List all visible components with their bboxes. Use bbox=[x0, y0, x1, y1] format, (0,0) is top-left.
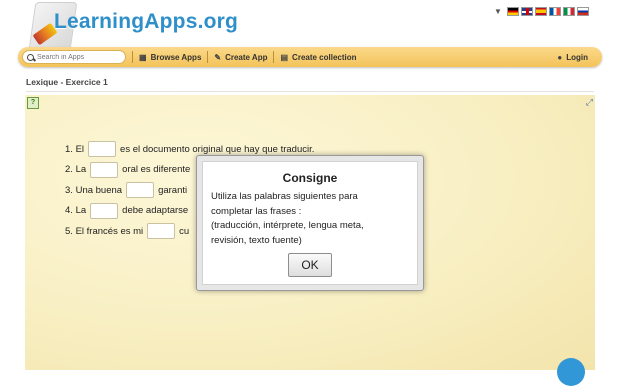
user-icon: ● bbox=[557, 52, 563, 62]
browse-apps-label: Browse Apps bbox=[150, 52, 202, 62]
nav-divider bbox=[132, 51, 133, 63]
english-flag-icon[interactable] bbox=[520, 7, 533, 16]
row-text-after: cu bbox=[179, 225, 190, 237]
dialog-body: Utiliza las palabras siguientes para com… bbox=[211, 190, 409, 248]
search-input[interactable] bbox=[37, 53, 123, 61]
fullscreen-icon[interactable]: ⤢ bbox=[586, 97, 593, 108]
dialog-title: Consigne bbox=[282, 171, 338, 185]
row-text-before: El francés es mi bbox=[75, 225, 144, 237]
answer-gap[interactable] bbox=[126, 182, 155, 199]
title-divider bbox=[26, 91, 594, 92]
grid-icon: ▦ bbox=[139, 52, 147, 62]
row-text-before: El bbox=[75, 143, 85, 155]
nav-divider bbox=[207, 51, 209, 63]
dialog-line: revisión, texto fuente) bbox=[211, 234, 302, 246]
search-box[interactable] bbox=[22, 50, 126, 64]
row-number: 1. bbox=[65, 143, 73, 155]
logo[interactable]: LearningApps.org bbox=[24, 0, 238, 52]
row-text-before: La bbox=[75, 205, 87, 217]
language-selector[interactable]: ▼ bbox=[494, 7, 589, 16]
dialog-line: completar las frases : bbox=[211, 205, 302, 217]
row-number: 2. bbox=[65, 164, 73, 176]
dialog-content: Consigne Utiliza las palabras siguientes… bbox=[202, 161, 418, 285]
dialog-line: (traducción, intérprete, lengua meta, bbox=[211, 220, 364, 231]
row-text-before: Una buena bbox=[75, 184, 123, 196]
row-text-after: debe adaptarse bbox=[122, 205, 189, 217]
answer-gap[interactable] bbox=[147, 223, 176, 240]
instructions-dialog: Consigne Utiliza las palabras siguientes… bbox=[196, 155, 424, 291]
row-number: 5. bbox=[65, 225, 73, 237]
search-icon[interactable] bbox=[27, 53, 34, 61]
nav-divider bbox=[273, 51, 275, 63]
create-collection-link[interactable]: ▤ Create collection bbox=[280, 53, 356, 62]
answer-gap[interactable] bbox=[88, 141, 117, 158]
collection-icon: ▤ bbox=[280, 52, 289, 62]
help-icon[interactable]: ? bbox=[27, 97, 39, 109]
dropdown-arrow-icon[interactable]: ▼ bbox=[494, 7, 502, 16]
main-navbar: ▦ Browse Apps ✎ Create App ▤ Create coll… bbox=[18, 47, 602, 67]
create-collection-label: Create collection bbox=[292, 52, 357, 62]
login-label: Login bbox=[566, 52, 588, 62]
create-app-link[interactable]: ✎ Create App bbox=[214, 53, 267, 62]
russian-flag-icon[interactable] bbox=[576, 7, 589, 16]
spanish-flag-icon[interactable] bbox=[534, 7, 547, 16]
row-text-before: La bbox=[75, 164, 87, 176]
ok-button[interactable]: OK bbox=[288, 253, 332, 277]
french-flag-icon[interactable] bbox=[548, 7, 561, 16]
row-text-after: garanti bbox=[158, 184, 188, 196]
german-flag-icon[interactable] bbox=[506, 7, 519, 16]
row-number: 4. bbox=[65, 205, 73, 217]
login-link[interactable]: ● Login bbox=[557, 53, 588, 62]
browse-apps-link[interactable]: ▦ Browse Apps bbox=[139, 53, 201, 62]
floating-action-button[interactable] bbox=[557, 358, 585, 386]
page-title: Lexique - Exercice 1 bbox=[26, 77, 108, 87]
row-text-after: oral es diferente bbox=[122, 164, 191, 176]
answer-gap[interactable] bbox=[90, 161, 119, 178]
italian-flag-icon[interactable] bbox=[562, 7, 575, 16]
row-text-after: es el documento original que hay que tra… bbox=[120, 143, 315, 155]
create-app-label: Create App bbox=[225, 52, 268, 62]
pencil-icon: ✎ bbox=[214, 52, 222, 62]
answer-gap[interactable] bbox=[90, 202, 119, 219]
dialog-line: Utiliza las palabras siguientes para bbox=[211, 191, 358, 202]
logo-text[interactable]: LearningApps.org bbox=[54, 10, 238, 34]
row-number: 3. bbox=[65, 184, 73, 196]
